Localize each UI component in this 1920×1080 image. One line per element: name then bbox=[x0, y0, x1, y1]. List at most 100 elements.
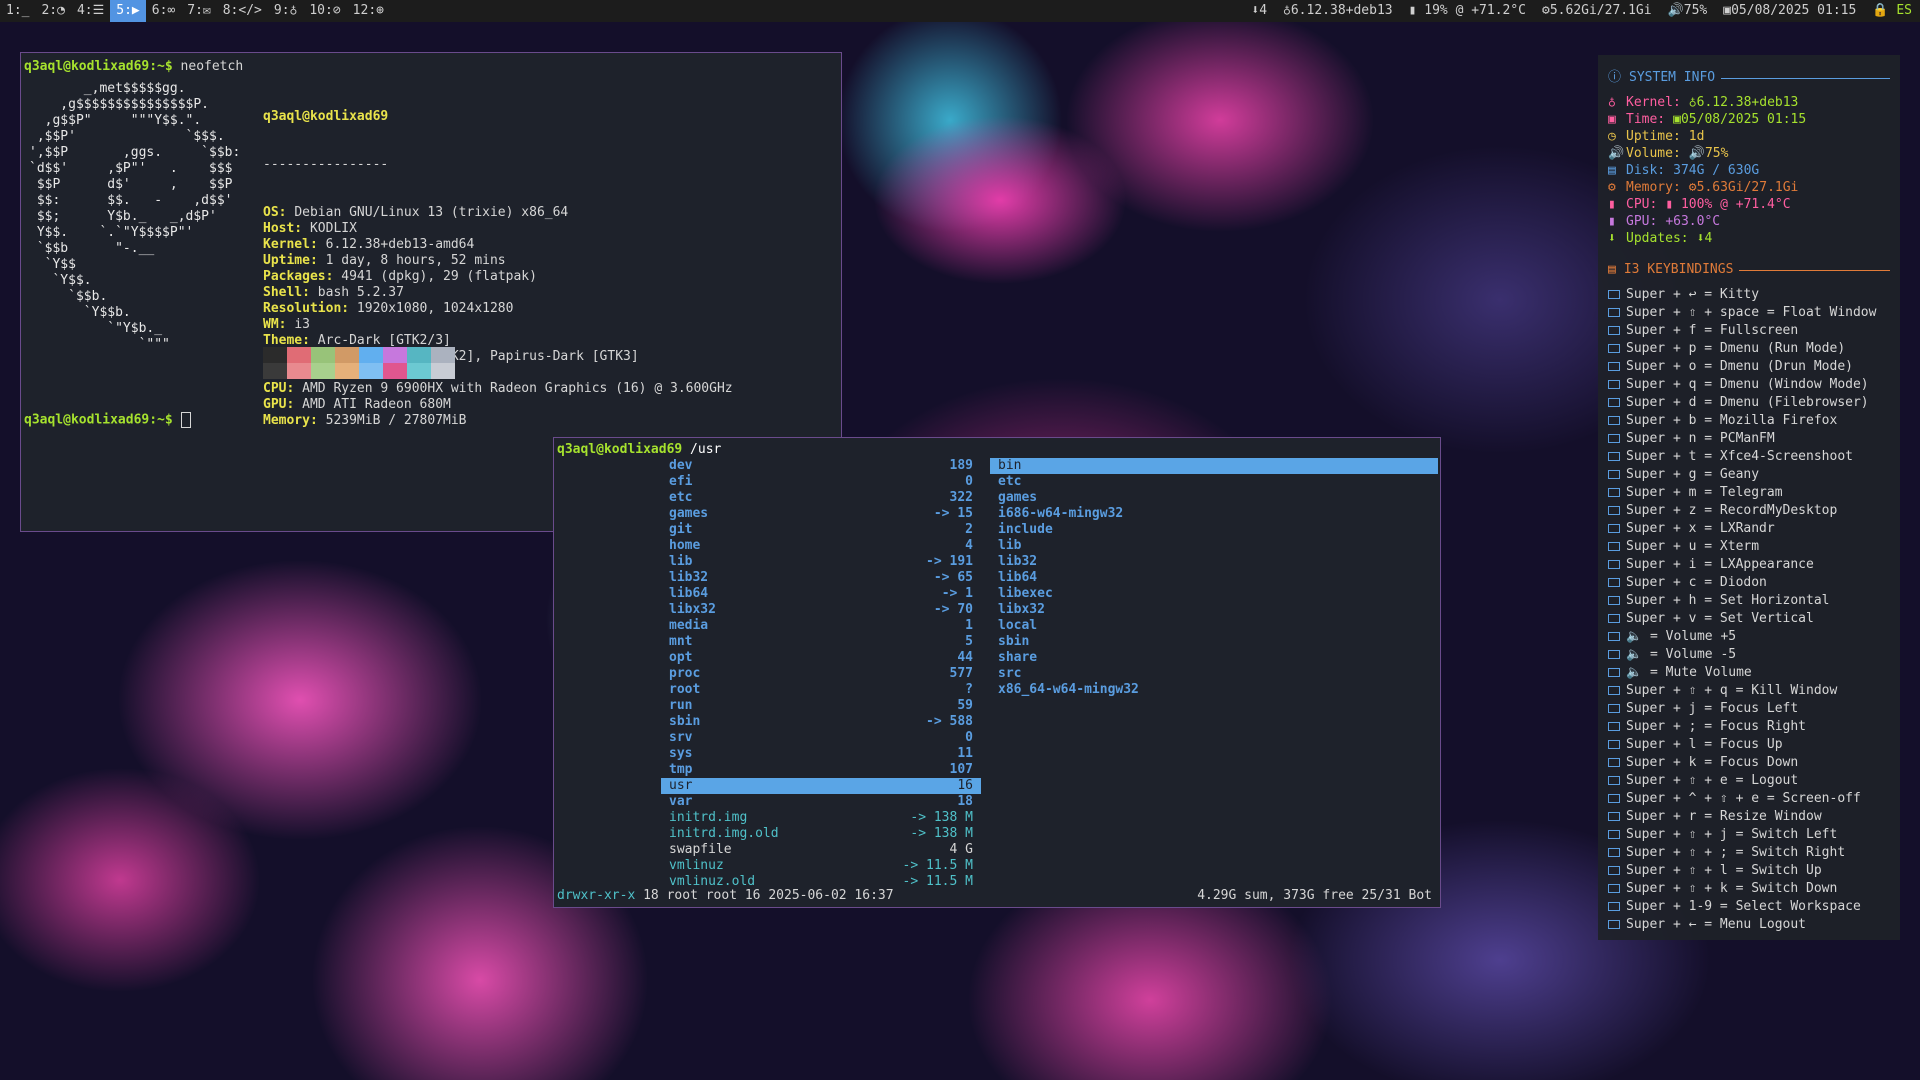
file-name: usr bbox=[669, 778, 693, 793]
file-size: 5 bbox=[965, 634, 973, 649]
file-entry[interactable]: opt 44 bbox=[661, 650, 981, 666]
file-entry[interactable]: var 18 bbox=[661, 794, 981, 810]
file-size: -> 138 M bbox=[910, 810, 973, 825]
preview-entry[interactable]: local bbox=[990, 618, 1438, 634]
shell-prompt: q3aql@kodlixad69:~$ bbox=[24, 59, 173, 74]
keybinding-row: Super + v = Set Vertical bbox=[1608, 610, 1890, 628]
file-entry[interactable]: run 59 bbox=[661, 698, 981, 714]
info-value: AMD ATI Radeon 680M bbox=[302, 397, 451, 412]
file-entry[interactable]: etc 322 bbox=[661, 490, 981, 506]
volume-indicator[interactable]: 🔊75% bbox=[1660, 0, 1716, 22]
preview-entry[interactable]: libexec bbox=[990, 586, 1438, 602]
info-key: OS: bbox=[263, 205, 295, 220]
keybinding-row: Super + z = RecordMyDesktop bbox=[1608, 502, 1890, 520]
workspace-button-9[interactable]: 12:⊕ bbox=[347, 0, 390, 22]
workspace-button-0[interactable]: 1:_ bbox=[0, 0, 35, 22]
workspace-button-4[interactable]: 6:∞ bbox=[146, 0, 181, 22]
terminal-window-ranger[interactable]: q3aql@kodlixad69 /usr dev 189 efi 0 etc 322 ga… bbox=[553, 437, 1441, 908]
file-entry[interactable]: usr 16 bbox=[661, 778, 981, 794]
file-entry[interactable]: tmp 107 bbox=[661, 762, 981, 778]
row-value: ▣05/08/2025 01:15 bbox=[1673, 112, 1807, 127]
info-value: Arc-Dark [GTK2/3] bbox=[317, 333, 451, 348]
keybinding-row: Super + g = Geany bbox=[1608, 466, 1890, 484]
file-permissions: drwxr-xr-x bbox=[557, 888, 636, 903]
color-swatch bbox=[431, 363, 455, 379]
file-entry[interactable]: lib32 -> 65 bbox=[661, 570, 981, 586]
file-entry[interactable]: proc 577 bbox=[661, 666, 981, 682]
file-entry[interactable]: sbin -> 588 bbox=[661, 714, 981, 730]
workspace-button-1[interactable]: 2:◔ bbox=[35, 0, 70, 22]
file-entry[interactable]: initrd.img -> 138 M bbox=[661, 810, 981, 826]
preview-entry[interactable]: x86_64-w64-mingw32 bbox=[990, 682, 1438, 698]
info-field: Uptime: 1 day, 8 hours, 52 mins bbox=[263, 253, 733, 269]
keybinding-text: Super + t = Xfce4-Screenshoot bbox=[1626, 449, 1853, 464]
file-entry[interactable]: sys 11 bbox=[661, 746, 981, 762]
preview-entry[interactable]: src bbox=[990, 666, 1438, 682]
file-entry[interactable]: efi 0 bbox=[661, 474, 981, 490]
preview-entry[interactable]: include bbox=[990, 522, 1438, 538]
command-line[interactable]: q3aql@kodlixad69:~$ bbox=[24, 412, 191, 429]
preview-entry[interactable]: bin bbox=[990, 458, 1438, 474]
info-fields: OS: Debian GNU/Linux 13 (trixie) x86_64 H… bbox=[263, 205, 733, 429]
preview-entry[interactable]: share bbox=[990, 650, 1438, 666]
preview-entry[interactable]: i686-w64-mingw32 bbox=[990, 506, 1438, 522]
file-entry[interactable]: media 1 bbox=[661, 618, 981, 634]
datetime-indicator: ▣05/08/2025 01:15 bbox=[1723, 3, 1857, 18]
file-entry[interactable]: lib -> 191 bbox=[661, 554, 981, 570]
keybinding-row: 🔈 = Volume +5 bbox=[1608, 628, 1890, 646]
workspace-button-8[interactable]: 10:⊘ bbox=[303, 0, 346, 22]
file-entry[interactable]: root? bbox=[661, 682, 981, 698]
keybinding-row: Super + x = LXRandr bbox=[1608, 520, 1890, 538]
keybinding-text: Super + n = PCManFM bbox=[1626, 431, 1775, 446]
file-entry[interactable]: lib64 -> 1 bbox=[661, 586, 981, 602]
keyboard-icon bbox=[1608, 538, 1626, 556]
row-icon: ⚙ bbox=[1608, 180, 1616, 195]
updates-indicator[interactable]: ⬇4 bbox=[1243, 0, 1275, 22]
preview-entry[interactable]: etc bbox=[990, 474, 1438, 490]
row-label: Updates: bbox=[1626, 231, 1689, 246]
color-swatch bbox=[383, 347, 407, 363]
workspace-button-2[interactable]: 4:☰ bbox=[71, 0, 110, 22]
preview-entry[interactable]: lib32 bbox=[990, 554, 1438, 570]
file-size: 577 bbox=[949, 666, 973, 681]
row-label: Memory: bbox=[1626, 180, 1681, 195]
row-label: Time: bbox=[1626, 112, 1666, 127]
file-name: etc bbox=[998, 474, 1022, 489]
keyboard-icon bbox=[1608, 430, 1626, 448]
keyboard-icon bbox=[1608, 898, 1626, 916]
file-name: local bbox=[998, 618, 1038, 633]
preview-entry[interactable]: lib bbox=[990, 538, 1438, 554]
keyboard-icon bbox=[1608, 358, 1626, 376]
row-icon: ▣ bbox=[1608, 112, 1616, 127]
file-entry[interactable]: vmlinuz -> 11.5 M bbox=[661, 858, 981, 874]
kernel-indicator: ♁6.12.38+deb13 bbox=[1283, 3, 1393, 18]
preview-entry[interactable]: sbin bbox=[990, 634, 1438, 650]
system-info-row: ♁ Kernel: ♁6.12.38+deb13 bbox=[1608, 94, 1890, 111]
file-name: tmp bbox=[669, 762, 693, 777]
file-entry[interactable]: git 2 bbox=[661, 522, 981, 538]
file-entry[interactable]: dev 189 bbox=[661, 458, 981, 474]
keybinding-row: 🔈 = Volume -5 bbox=[1608, 646, 1890, 664]
file-entry[interactable]: games -> 15 bbox=[661, 506, 981, 522]
file-name: src bbox=[998, 666, 1022, 681]
keybinding-text: Super + ^ + ⇧ + e = Screen-off bbox=[1626, 791, 1861, 806]
workspace-button-5[interactable]: 7:✉ bbox=[181, 0, 216, 22]
file-entry[interactable]: srv 0 bbox=[661, 730, 981, 746]
workspace-button-3[interactable]: 5:▶ bbox=[110, 0, 146, 22]
file-entry[interactable]: initrd.img.old -> 138 M bbox=[661, 826, 981, 842]
keybinding-row: Super + ; = Focus Right bbox=[1608, 718, 1890, 736]
preview-entry[interactable]: lib64 bbox=[990, 570, 1438, 586]
file-entry[interactable]: home 4 bbox=[661, 538, 981, 554]
preview-entry[interactable]: games bbox=[990, 490, 1438, 506]
system-tray[interactable]: 🔒 ES bbox=[1864, 0, 1920, 22]
file-name: media bbox=[669, 618, 709, 633]
workspace-button-7[interactable]: 9:♁ bbox=[268, 0, 303, 22]
file-entry[interactable]: swapfile 4 G bbox=[661, 842, 981, 858]
row-icon: ▤ bbox=[1608, 163, 1616, 178]
file-entry[interactable]: libx32 -> 70 bbox=[661, 602, 981, 618]
file-entry[interactable]: mnt 5 bbox=[661, 634, 981, 650]
keybinding-row: Super + ↩ = Kitty bbox=[1608, 286, 1890, 304]
preview-entry[interactable]: libx32 bbox=[990, 602, 1438, 618]
workspace-button-6[interactable]: 8:</> bbox=[217, 0, 268, 22]
row-label: CPU: bbox=[1626, 197, 1658, 212]
